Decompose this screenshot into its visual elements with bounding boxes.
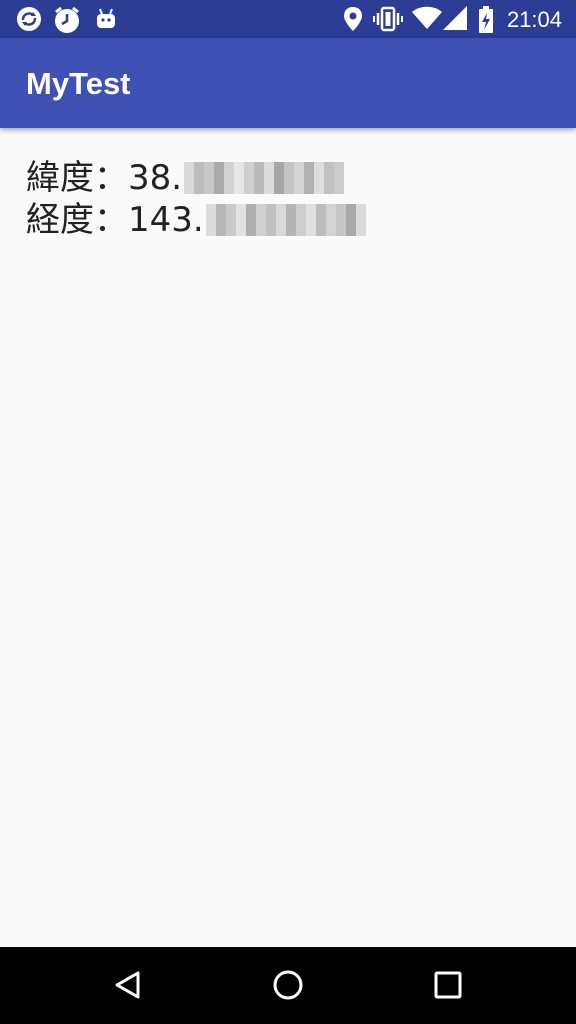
signal-icon	[443, 6, 467, 30]
home-icon[interactable]	[268, 965, 308, 1005]
latitude-label: 緯度：38.	[26, 158, 183, 198]
location-icon	[344, 7, 362, 31]
battery-icon	[479, 6, 493, 33]
android-icon	[97, 8, 115, 28]
clock: 21:04	[506, 7, 562, 32]
app-bar: MyTest	[0, 38, 576, 128]
navigation-bar	[0, 947, 576, 1024]
sync-icon	[17, 7, 41, 31]
longitude-label: 経度：143.	[26, 200, 204, 240]
wifi-icon	[412, 6, 442, 29]
recents-icon[interactable]	[428, 965, 468, 1005]
vibrate-icon	[373, 6, 403, 32]
main-content: 緯度：38. 経度：143.	[26, 157, 366, 241]
status-bar: 21:04	[0, 0, 576, 38]
alarm-icon	[55, 6, 79, 33]
app-title: MyTest	[26, 66, 131, 101]
longitude-redacted-value	[205, 204, 366, 236]
back-icon[interactable]	[108, 965, 148, 1005]
longitude-row: 経度：143.	[26, 199, 366, 241]
latitude-redacted-value	[184, 162, 345, 194]
latitude-row: 緯度：38.	[26, 157, 366, 199]
